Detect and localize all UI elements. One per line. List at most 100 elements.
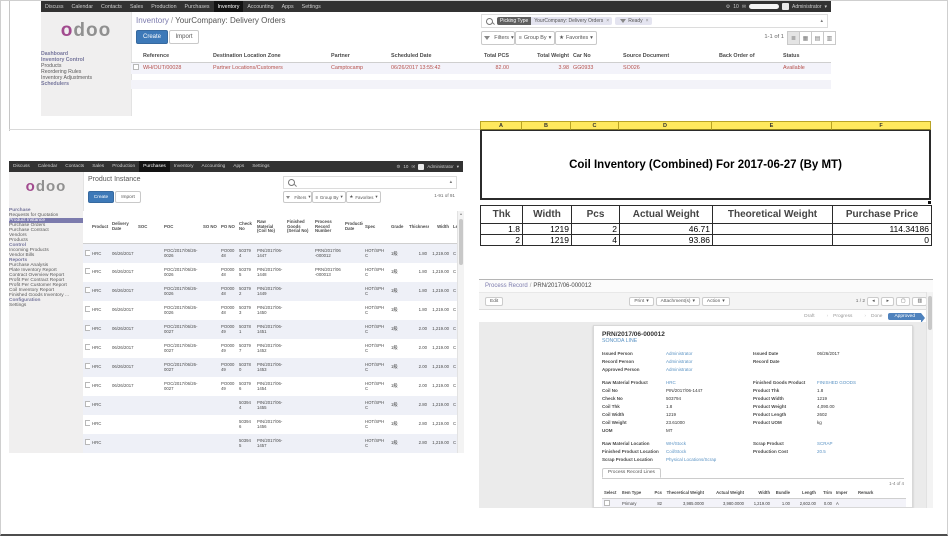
column-header[interactable]: Status [781, 50, 831, 63]
column-header[interactable]: Reference [141, 50, 211, 63]
form-view-icon[interactable]: ▢ [896, 297, 911, 306]
menu-item[interactable]: Settings [298, 1, 325, 12]
column-header[interactable]: Actual Weight [620, 206, 713, 224]
column-header[interactable]: PO NO [219, 211, 237, 244]
avatar[interactable] [782, 3, 789, 10]
column-header[interactable]: Total PCS [471, 50, 511, 63]
column-letter[interactable]: F [832, 121, 931, 130]
menu-item[interactable]: Purchases [181, 1, 214, 12]
grid-view-icon[interactable]: ▥ [912, 297, 927, 306]
search-expand-icon[interactable]: ▴ [450, 180, 452, 185]
search-facet-picking-type[interactable]: Picking Type YourCompany: Delivery Order… [497, 17, 612, 25]
tab-process-record-lines[interactable]: Process Record Lines [602, 468, 661, 478]
sidebar-item[interactable]: Schedulers [41, 81, 131, 87]
group-by-button[interactable]: ≡ Group By▾ [515, 31, 555, 45]
column-header[interactable]: Width [429, 211, 451, 244]
table-row[interactable]: HRC06/26/2017POC/2017/06/26-0027PO000495… [83, 358, 457, 377]
attachments-button[interactable]: Attachment(s)▾ [656, 297, 700, 306]
menu-item[interactable]: Discuss [41, 1, 68, 12]
column-header[interactable]: Item Type [620, 488, 650, 499]
field-value[interactable]: Administrator [666, 359, 693, 364]
column-header[interactable] [131, 50, 141, 63]
column-letter[interactable]: E [712, 121, 832, 130]
column-header[interactable]: Imper [834, 488, 856, 499]
field-value[interactable]: FINISHED GOODS [817, 380, 856, 385]
messages-icon[interactable]: ✉ [411, 164, 415, 170]
column-header[interactable]: Length [792, 488, 818, 499]
column-header[interactable]: Scheduled Date [389, 50, 471, 63]
table-row[interactable]: HRC06/26/2017POC/2017/06/26-0026PO000485… [83, 244, 457, 263]
field-value[interactable]: Physical Locations/Scrap [666, 457, 716, 462]
w2-pager[interactable]: 1-91 of 91 [401, 193, 455, 198]
column-header[interactable]: Spec [363, 211, 389, 244]
table-row[interactable]: HRC503945PIN/2017/06-1457HOT/SPHC1級2.801… [83, 434, 457, 453]
column-header[interactable]: Theoretical Weight [664, 488, 706, 499]
pager-prev-icon[interactable]: ◂ [867, 297, 879, 306]
menu-item[interactable]: Apps [229, 161, 248, 172]
gear-icon[interactable]: ⚙ [726, 4, 730, 10]
menu-item[interactable]: Contacts [61, 161, 88, 172]
field-value[interactable]: SCRAP [817, 441, 833, 446]
kanban-view-icon[interactable]: ▦ [800, 31, 812, 45]
table-row[interactable]: HRC503946PIN/2017/06-1456HOT/SPHC1級2.801… [83, 415, 457, 434]
user-menu[interactable]: Administrator [792, 4, 821, 10]
menu-item[interactable]: Sales [126, 1, 147, 12]
table-row[interactable]: HRC06/26/2017POC/2017/06/26-0026PO000485… [83, 263, 457, 282]
lines-pager[interactable]: 1-4 of 4 [602, 481, 904, 486]
scroll-up-icon[interactable]: ▴ [458, 211, 464, 217]
pivot-view-icon[interactable]: ▥ [824, 31, 836, 45]
menu-item[interactable]: Apps [278, 1, 298, 12]
menu-item[interactable]: Production [147, 1, 180, 12]
group-by-button[interactable]: ≡ Group By▾ [312, 191, 346, 203]
calendar-view-icon[interactable]: ▤ [812, 31, 824, 45]
column-header[interactable]: Finished Goods (Serial No) [285, 211, 313, 244]
table-row[interactable]: 21219493.860 [481, 235, 932, 246]
search-facet-ready[interactable]: Ready × [615, 17, 651, 25]
menu-item[interactable]: Accounting [198, 161, 230, 172]
column-header[interactable]: Bundle [772, 488, 792, 499]
table-row[interactable]: HRC06/26/2017POC/2017/06/26-0027PO000495… [83, 339, 457, 358]
column-header[interactable]: Purchase Price [833, 206, 932, 224]
list-view-icon[interactable]: ≣ [787, 31, 800, 45]
record-subtitle-link[interactable]: SONODA LINE [602, 338, 904, 344]
column-header[interactable]: Thk [481, 206, 523, 224]
w1-search-bar[interactable]: Picking Type YourCompany: Delivery Order… [481, 14, 828, 28]
pager-next-icon[interactable]: ▸ [881, 297, 893, 306]
field-value[interactable]: Administrator [666, 351, 693, 356]
activity-count[interactable]: 10 [403, 164, 408, 169]
status-step[interactable]: Approved [888, 313, 921, 320]
column-header[interactable]: Car No [571, 50, 621, 63]
column-header[interactable]: Raw Material (Coil No) [255, 211, 285, 244]
table-row[interactable]: HRC06/26/2017POC/2017/06/26-0026PO000485… [83, 301, 457, 320]
menu-item[interactable]: Settings [248, 161, 273, 172]
menu-item[interactable]: Contacts [97, 1, 126, 12]
table-row[interactable]: HRC06/26/2017POC/2017/06/26-0027PO000495… [83, 320, 457, 339]
menu-item[interactable]: Calendar [34, 161, 61, 172]
table-row[interactable]: 1.81219246.71114.34186 [481, 224, 932, 235]
facet-close-icon[interactable]: × [646, 17, 652, 25]
column-header[interactable]: Trim [818, 488, 834, 499]
column-header[interactable]: Width [523, 206, 572, 224]
menu-item[interactable]: Calendar [68, 1, 98, 12]
w2-search-bar[interactable]: ▴ [283, 176, 457, 189]
column-header[interactable]: Theoretical Weight [713, 206, 833, 224]
print-button[interactable]: Print▾ [629, 297, 653, 306]
column-header[interactable]: Process Record Number [313, 211, 343, 244]
column-header[interactable]: Product [90, 211, 110, 244]
field-value[interactable]: WH/Stock [666, 441, 686, 446]
column-header[interactable]: Width [746, 488, 772, 499]
status-step[interactable]: Done [858, 313, 888, 320]
menu-item[interactable]: Production [108, 161, 139, 172]
w4-scrollbar[interactable] [926, 292, 933, 508]
sidebar-item[interactable]: Settings [9, 303, 83, 308]
column-header[interactable]: Pcs [572, 206, 620, 224]
table-row[interactable]: WH/OUT/00028Partner Locations/CustomersC… [131, 63, 831, 75]
filters-button[interactable]: Filters▾ [283, 191, 312, 203]
search-expand-icon[interactable]: ▴ [820, 18, 823, 24]
column-header[interactable]: Production Date [343, 211, 363, 244]
import-button[interactable]: Import [115, 191, 141, 203]
w1-pager[interactable]: 1-1 of 1 [736, 34, 784, 40]
messages-icon[interactable]: ✉ [742, 4, 746, 10]
column-letter[interactable]: B [522, 121, 571, 130]
field-value[interactable]: Coil/Stock [666, 449, 686, 454]
